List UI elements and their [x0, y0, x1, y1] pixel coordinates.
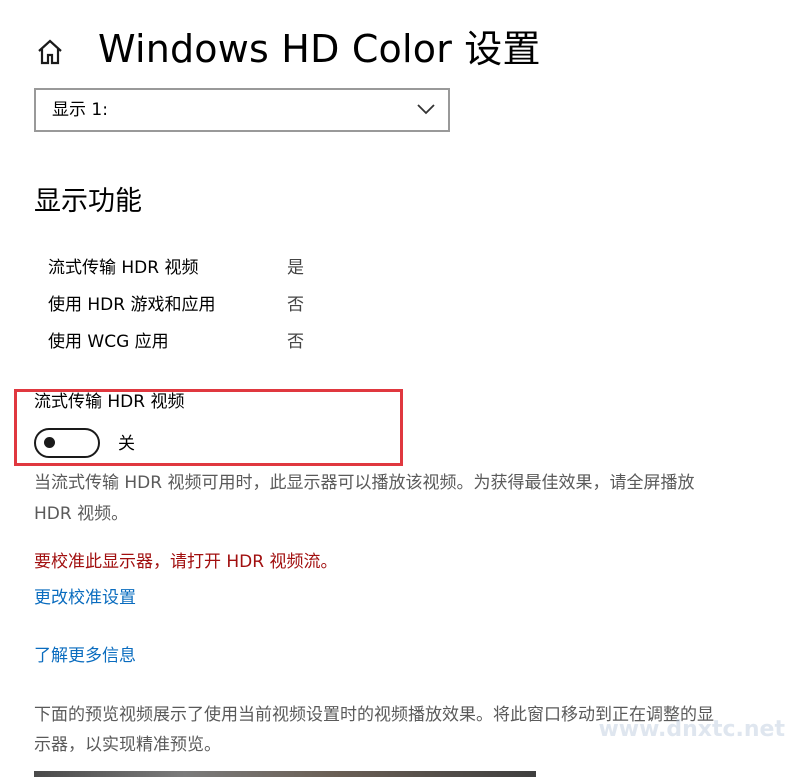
capability-name: 使用 HDR 游戏和应用	[48, 295, 216, 315]
learn-more-link[interactable]: 了解更多信息	[34, 643, 136, 669]
display-select-value: 显示 1:	[52, 100, 108, 120]
home-icon[interactable]	[36, 38, 64, 66]
calibration-warning: 要校准此显示器，请打开 HDR 视频流。	[34, 552, 338, 572]
capability-value: 是	[287, 258, 304, 278]
section-heading-capabilities: 显示功能	[34, 186, 142, 217]
chevron-down-icon	[417, 104, 435, 115]
preview-video	[34, 771, 536, 777]
hdr-stream-description: 当流式传输 HDR 视频可用时，此显示器可以播放该视频。为获得最佳效果，请全屏播…	[34, 473, 695, 524]
display-select-dropdown[interactable]: 显示 1:	[34, 88, 450, 132]
capability-name: 使用 WCG 应用	[48, 332, 169, 352]
hdr-stream-toggle-label: 流式传输 HDR 视频	[34, 392, 185, 412]
page-title: Windows HD Color 设置	[98, 27, 541, 71]
capability-name: 流式传输 HDR 视频	[48, 258, 199, 278]
capability-value: 否	[287, 295, 304, 315]
hdr-stream-toggle-state: 关	[118, 434, 135, 454]
change-calibration-link[interactable]: 更改校准设置	[34, 585, 136, 611]
toggle-knob	[44, 437, 55, 448]
watermark: www.dnxtc.net	[598, 717, 785, 742]
hdr-stream-toggle[interactable]	[34, 428, 100, 458]
capability-value: 否	[287, 332, 304, 352]
